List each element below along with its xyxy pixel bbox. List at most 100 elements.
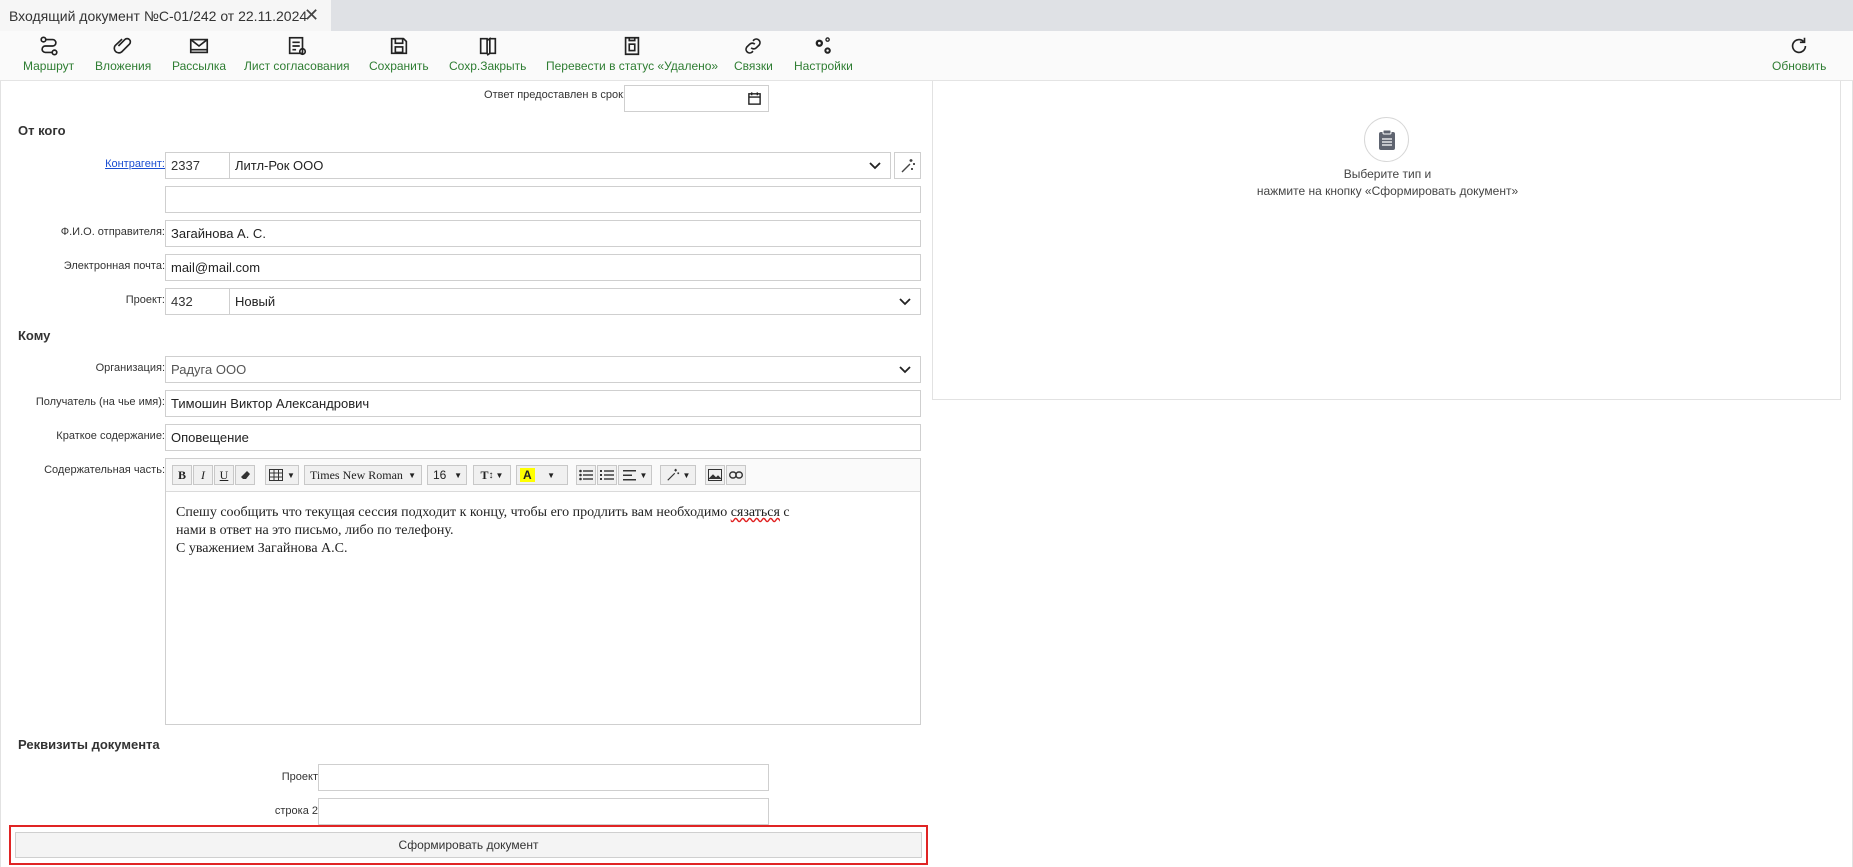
caret-down-icon: ▼: [408, 470, 416, 480]
links-label: Связки: [734, 59, 773, 73]
paperclip-icon: [113, 37, 132, 54]
tab-bar: Входящий документ №С-01/242 от 22.11.202…: [0, 0, 1853, 31]
numbered-list-button[interactable]: [597, 465, 617, 485]
approval-sheet-icon: [288, 36, 306, 56]
route-icon: [39, 36, 58, 56]
requisites-row2-field[interactable]: [318, 798, 769, 825]
bold-button[interactable]: B: [172, 465, 192, 485]
requisites-project-label: Проект: [281, 771, 318, 783]
mailing-label: Рассылка: [172, 59, 227, 73]
route-button[interactable]: Маршрут: [23, 35, 74, 77]
requisites-row2-label: строка 2: [274, 805, 318, 817]
caret-down-icon: ▼: [454, 470, 462, 480]
organization-select[interactable]: Радуга ООО: [165, 356, 921, 383]
to-section-title: Кому: [18, 328, 51, 343]
mailing-button[interactable]: Рассылка: [172, 35, 226, 77]
magic-wand-icon: [666, 468, 679, 481]
content-label: Содержательная часть:: [44, 464, 165, 476]
counterparty-extra-field[interactable]: [165, 186, 921, 213]
attachments-label: Вложения: [95, 59, 152, 73]
caret-down-icon: ▼: [639, 470, 648, 480]
numbered-list-icon: [600, 470, 614, 480]
font-family-select[interactable]: Times New Roman ▼: [304, 465, 422, 485]
link-icon: [745, 38, 762, 54]
editor-line-1: Спешу сообщить что текущая сессия подход…: [176, 505, 790, 520]
summary-field[interactable]: Оповещение: [165, 424, 921, 451]
preview-panel: Выберите тип и нажмите на кнопку «Сформи…: [932, 81, 1841, 400]
calendar-icon[interactable]: [747, 91, 762, 106]
table-icon: [269, 469, 284, 481]
project-label: Проект:: [125, 294, 165, 306]
highlight-color-button[interactable]: A ▼: [516, 465, 568, 485]
table-button[interactable]: ▼: [265, 465, 299, 485]
set-deleted-button[interactable]: Перевести в статус «Удалено»: [546, 35, 718, 77]
counterparty-label[interactable]: Контрагент:: [105, 158, 165, 170]
counterparty-select[interactable]: Литл-Рок ООО: [229, 152, 891, 179]
tab-title: Входящий документ №С-01/242 от 22.11.202…: [9, 7, 308, 24]
from-section-title: От кого: [18, 123, 66, 138]
editor-line-3: С уважением Загайнова А.С.: [176, 541, 348, 556]
preview-hint-line-1: Выберите тип и: [1343, 167, 1432, 181]
approval-sheet-button[interactable]: Лист согласования: [244, 35, 350, 77]
insert-link-button[interactable]: [726, 465, 746, 485]
caret-down-icon: ▼: [287, 470, 295, 480]
editor-content[interactable]: Спешу сообщить что текущая сессия подход…: [176, 504, 916, 558]
eraser-icon: [241, 471, 250, 479]
font-size-select[interactable]: 16 ▼: [427, 465, 467, 485]
rich-text-editor[interactable]: B I U ▼ Times New Roman ▼ 16 ▼ T ↕ ▼ A ▼…: [165, 458, 921, 725]
insert-image-button[interactable]: [705, 465, 725, 485]
refresh-label: Обновить: [1772, 59, 1827, 73]
refresh-icon: [1791, 37, 1807, 54]
settings-button[interactable]: Настройки: [794, 35, 853, 77]
reply-date-field[interactable]: [624, 85, 769, 112]
save-button[interactable]: Сохранить: [369, 35, 429, 77]
font-family-value: Times New Roman: [310, 467, 403, 482]
generate-document-button[interactable]: Сформировать документ: [15, 832, 922, 858]
align-left-icon: [622, 469, 636, 480]
recipient-label: Получатель (на чье имя):: [35, 396, 165, 408]
editor-line-2: нами в ответ на это письмо, либо по теле…: [176, 523, 454, 538]
close-icon[interactable]: ✕: [304, 6, 320, 24]
toolbar: Маршрут Вложения Рассылка Лист согласова…: [0, 31, 1853, 81]
align-button[interactable]: ▼: [618, 465, 652, 485]
save-icon: [390, 37, 407, 55]
requisites-project-field[interactable]: [318, 764, 769, 791]
text-style-button[interactable]: T ↕ ▼: [473, 465, 511, 485]
recipient-field[interactable]: Тимошин Виктор Александрович: [165, 390, 921, 417]
bullet-list-icon: [579, 469, 593, 481]
counterparty-code-field[interactable]: 2337: [165, 152, 229, 179]
refresh-button[interactable]: Обновить: [1772, 35, 1826, 77]
project-select[interactable]: Новый: [229, 288, 921, 315]
attachments-button[interactable]: Вложения: [95, 35, 151, 77]
italic-button[interactable]: I: [193, 465, 213, 485]
chevron-down-icon: [869, 162, 881, 170]
underline-button[interactable]: U: [214, 465, 234, 485]
summary-label: Краткое содержание:: [56, 430, 165, 442]
caret-down-icon: ▼: [547, 470, 555, 480]
bullet-list-button[interactable]: [576, 465, 596, 485]
preview-hint-line-2: нажмите на кнопку «Сформировать документ…: [1256, 184, 1519, 198]
save-close-button[interactable]: Сохр.Закрыть: [449, 35, 526, 77]
email-field[interactable]: mail@mail.com: [165, 254, 921, 281]
sender-label: Ф.И.О. отправителя:: [60, 226, 165, 238]
trash-doc-icon: [624, 36, 640, 56]
caret-down-icon: ▼: [495, 470, 504, 480]
set-deleted-label: Перевести в статус «Удалено»: [546, 59, 719, 73]
sender-field[interactable]: Загайнова А. С.: [165, 220, 921, 247]
counterparty-wand-button[interactable]: [894, 152, 921, 179]
email-label: Электронная почта:: [63, 260, 165, 272]
save-label: Сохранить: [369, 59, 429, 73]
clear-format-button[interactable]: [235, 465, 255, 485]
link-icon: [729, 471, 743, 479]
project-code-field[interactable]: 432: [165, 288, 229, 315]
chevron-down-icon: [899, 298, 911, 306]
magic-format-button[interactable]: ▼: [660, 465, 696, 485]
clipboard-icon: [1364, 117, 1409, 162]
save-close-label: Сохр.Закрыть: [449, 59, 527, 73]
approval-sheet-label: Лист согласования: [244, 59, 350, 73]
links-button[interactable]: Связки: [734, 35, 773, 77]
generate-button-frame: Сформировать документ: [9, 825, 928, 865]
magic-wand-icon: [901, 158, 915, 172]
document-tab[interactable]: Входящий документ №С-01/242 от 22.11.202…: [0, 0, 331, 31]
book-icon: [479, 37, 496, 56]
